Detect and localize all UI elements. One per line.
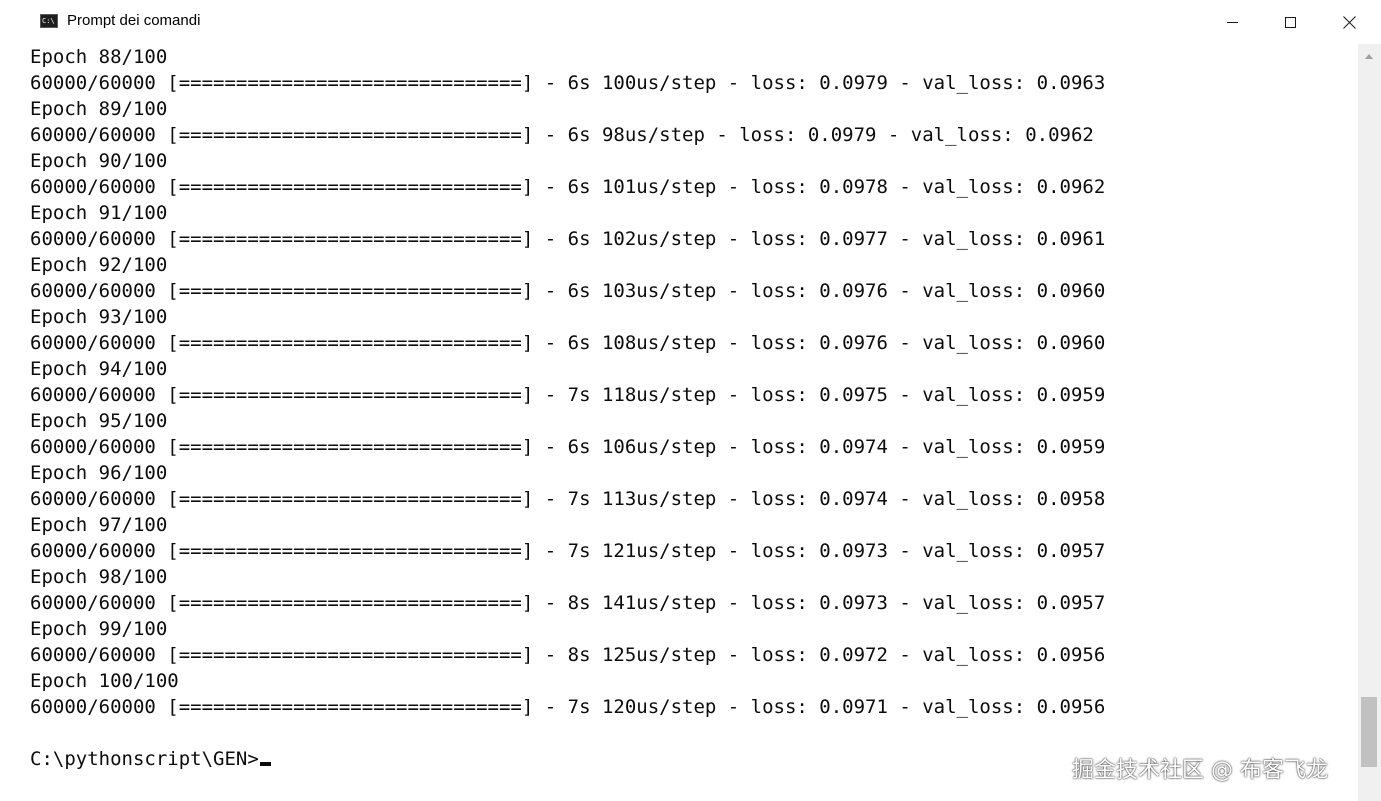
console-line: 60000/60000 [===========================… [30, 644, 1106, 666]
scroll-up-icon[interactable] [1365, 54, 1373, 59]
command-prompt-line[interactable]: C:\pythonscript\GEN> [30, 746, 271, 772]
console-line: Epoch 95/100 [30, 410, 168, 432]
watermark: 掘金技术社区 @ 布客飞龙 [1072, 758, 1328, 783]
console-line: Epoch 88/100 [30, 46, 168, 68]
console-line: Epoch 93/100 [30, 306, 168, 328]
console-line: 60000/60000 [===========================… [30, 384, 1106, 406]
console-line: 60000/60000 [===========================… [30, 696, 1106, 718]
console-line: Epoch 90/100 [30, 150, 168, 172]
console-line: 60000/60000 [===========================… [30, 592, 1106, 614]
console-line: 60000/60000 [===========================… [30, 228, 1106, 250]
title-bar: C:\ Prompt dei comandi [0, 0, 1381, 44]
console-line: Epoch 94/100 [30, 358, 168, 380]
console-line: 60000/60000 [===========================… [30, 436, 1106, 458]
console-line: Epoch 100/100 [30, 670, 179, 692]
close-button[interactable] [1320, 0, 1378, 44]
minimize-icon [1226, 21, 1238, 23]
maximize-icon [1284, 16, 1296, 28]
console-line: 60000/60000 [===========================… [30, 124, 1094, 146]
vertical-scrollbar[interactable] [1358, 44, 1381, 801]
text-cursor [259, 762, 271, 766]
console-output[interactable]: Epoch 88/100 60000/60000 [==============… [0, 44, 1358, 801]
console-line: 60000/60000 [===========================… [30, 176, 1106, 198]
console-line: Epoch 91/100 [30, 202, 168, 224]
window-title: Prompt dei comandi [67, 12, 201, 29]
console-line: Epoch 96/100 [30, 462, 168, 484]
maximize-button[interactable] [1261, 0, 1319, 44]
console-line: Epoch 92/100 [30, 254, 168, 276]
console-line: 60000/60000 [===========================… [30, 488, 1106, 510]
close-icon [1342, 15, 1357, 30]
console-line: 60000/60000 [===========================… [30, 72, 1106, 94]
cmd-icon[interactable]: C:\ [40, 14, 58, 28]
console-line: Epoch 89/100 [30, 98, 168, 120]
minimize-button[interactable] [1203, 0, 1261, 44]
console-line: Epoch 97/100 [30, 514, 168, 536]
console-line: Epoch 99/100 [30, 618, 168, 640]
console-line: 60000/60000 [===========================… [30, 540, 1106, 562]
scroll-thumb[interactable] [1361, 697, 1377, 767]
prompt-text: C:\pythonscript\GEN> [30, 748, 259, 770]
console-line: 60000/60000 [===========================… [30, 280, 1106, 302]
console-line: 60000/60000 [===========================… [30, 332, 1106, 354]
console-line: Epoch 98/100 [30, 566, 168, 588]
